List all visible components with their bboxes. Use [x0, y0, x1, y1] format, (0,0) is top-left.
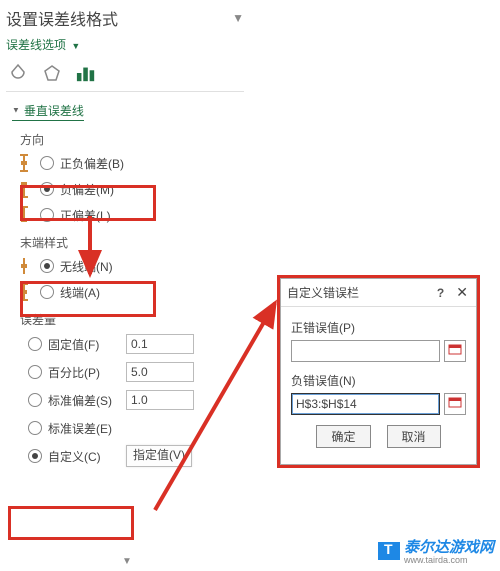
effects-tab-icon[interactable]: [42, 63, 62, 83]
stderr-row[interactable]: 标准误差(E): [6, 414, 244, 442]
error-bar-options-dropdown[interactable]: 误差线选项 ▼: [6, 34, 244, 59]
range-selector-icon[interactable]: [444, 393, 466, 415]
cancel-button[interactable]: 取消: [387, 425, 441, 448]
radio-label: 负偏差(M): [60, 181, 114, 198]
direction-option-minus[interactable]: 负偏差(M): [6, 176, 244, 202]
scroll-down-icon[interactable]: ▼: [122, 556, 132, 567]
nocap-glyph-icon: [14, 256, 34, 276]
help-icon[interactable]: ?: [437, 286, 444, 300]
range-selector-icon[interactable]: [444, 340, 466, 362]
custom-row[interactable]: 自定义(C) 指定值(V): [6, 442, 244, 470]
radio-icon: [40, 182, 54, 196]
radio-label: 正负偏差(B): [60, 155, 124, 172]
ok-button[interactable]: 确定: [316, 425, 370, 448]
radio-label: 自定义(C): [48, 448, 120, 465]
specify-value-button[interactable]: 指定值(V): [126, 445, 192, 467]
end-style-label: 末端样式: [6, 228, 244, 253]
radio-label: 标准误差(E): [48, 420, 120, 437]
watermark-sub: www.tairda.com: [404, 555, 494, 565]
radio-label: 百分比(P): [48, 364, 120, 381]
watermark: 泰尔达游戏网 www.tairda.com: [378, 536, 494, 565]
watermark-text: 泰尔达游戏网: [404, 539, 494, 556]
collapse-chevron-icon[interactable]: ▼: [232, 11, 244, 25]
bar-chart-tab-icon[interactable]: [76, 63, 96, 83]
fixed-value-row[interactable]: 固定值(F) 0.1: [6, 330, 244, 358]
negative-error-label: 负错误值(N): [291, 372, 466, 389]
close-icon[interactable]: ✕: [454, 284, 470, 301]
dropdown-label: 误差线选项: [6, 38, 66, 52]
radio-icon: [40, 156, 54, 170]
both-glyph-icon: [14, 153, 34, 173]
watermark-logo-icon: [378, 542, 400, 560]
direction-option-plus[interactable]: 正偏差(L): [6, 202, 244, 228]
panel-title: 设置误差线格式: [6, 6, 118, 30]
chevron-down-icon: ▼: [71, 41, 80, 51]
radio-label: 线端(A): [60, 284, 100, 301]
radio-icon: [28, 421, 42, 435]
radio-label: 固定值(F): [48, 336, 120, 353]
highlight-box: [8, 506, 134, 540]
radio-label: 无线端(N): [60, 258, 113, 275]
format-error-bars-panel: 设置误差线格式 ▼ 误差线选项 ▼ 垂直误差线 方向 正负偏差(B) 负偏差(M…: [0, 0, 250, 474]
radio-icon: [40, 285, 54, 299]
plus-glyph-icon: [14, 205, 34, 225]
dialog-body: 正错误值(P) 负错误值(N) H$3:$H$14 确定 取消: [281, 307, 476, 464]
end-style-nocap[interactable]: 无线端(N): [6, 253, 244, 279]
positive-error-label: 正错误值(P): [291, 319, 466, 336]
cap-glyph-icon: [14, 282, 34, 302]
radio-icon: [40, 259, 54, 273]
direction-option-both[interactable]: 正负偏差(B): [6, 150, 244, 176]
radio-label: 正偏差(L): [60, 207, 111, 224]
radio-label: 标准偏差(S): [48, 392, 120, 409]
direction-label: 方向: [6, 125, 244, 150]
stddev-input[interactable]: 1.0: [126, 390, 194, 410]
error-amount-label: 误差量: [6, 305, 244, 330]
fixed-value-input[interactable]: 0.1: [126, 334, 194, 354]
vertical-error-bar-section[interactable]: 垂直误差线: [12, 102, 84, 121]
radio-icon: [28, 337, 42, 351]
positive-error-input[interactable]: [291, 340, 440, 362]
radio-icon: [40, 208, 54, 222]
dialog-title: 自定义错误栏: [287, 284, 427, 301]
radio-icon: [28, 365, 42, 379]
radio-icon: [28, 449, 42, 463]
minus-glyph-icon: [14, 179, 34, 199]
category-tabs: [6, 59, 244, 92]
end-style-cap[interactable]: 线端(A): [6, 279, 244, 305]
stddev-row[interactable]: 标准偏差(S) 1.0: [6, 386, 244, 414]
percentage-row[interactable]: 百分比(P) 5.0: [6, 358, 244, 386]
panel-title-row: 设置误差线格式 ▼: [6, 4, 244, 34]
negative-error-input[interactable]: H$3:$H$14: [291, 393, 440, 415]
percentage-input[interactable]: 5.0: [126, 362, 194, 382]
fill-tab-icon[interactable]: [8, 63, 28, 83]
custom-error-bars-dialog: 自定义错误栏 ? ✕ 正错误值(P) 负错误值(N) H$3:$H$14 确定 …: [280, 278, 477, 465]
radio-icon: [28, 393, 42, 407]
dialog-titlebar: 自定义错误栏 ? ✕: [281, 279, 476, 307]
